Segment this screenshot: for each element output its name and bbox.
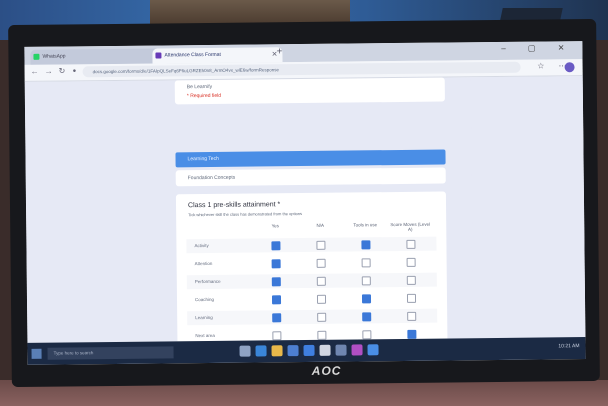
question-card: Class 1 pre-skills attainment * Tick whi… <box>175 191 448 343</box>
monitor-brand-logo: AOC <box>311 363 342 378</box>
reload-icon[interactable]: ↻ <box>59 66 66 75</box>
grid-checkbox[interactable] <box>317 312 327 322</box>
grid-checkbox[interactable] <box>271 277 281 287</box>
grid-row-label: Performance <box>194 278 221 285</box>
forward-icon[interactable]: → <box>45 67 53 76</box>
camera-icon[interactable] <box>319 344 331 356</box>
grid-checkbox[interactable] <box>272 331 282 341</box>
tab-label: WhatsApp <box>42 53 66 60</box>
taskbar: Type here to search 10:21 AM <box>27 337 586 365</box>
form-column: Be Learnify * Required field Learning Te… <box>174 77 448 343</box>
grid-checkbox[interactable] <box>316 294 327 304</box>
store-icon[interactable] <box>287 345 299 357</box>
mail-icon[interactable] <box>303 344 315 357</box>
screen: WhatsApp ✕ Attendance Class Format ✕ + –… <box>24 41 586 365</box>
question-title: Class 1 pre-skills attainment * <box>187 201 281 210</box>
grid-row-label: Learning <box>195 314 213 321</box>
lock-icon: ● <box>72 68 77 75</box>
grid-checkbox[interactable] <box>361 258 371 268</box>
tab-label: Attendance Class Format <box>164 51 221 59</box>
task-view-icon[interactable] <box>239 345 251 357</box>
grid-row-label: Next area <box>195 332 215 339</box>
back-icon[interactable]: ← <box>31 67 39 76</box>
grid-column-header: Tools in use <box>353 222 378 228</box>
grid-checkbox[interactable] <box>271 295 282 305</box>
new-tab-button[interactable]: + <box>276 46 282 57</box>
grid-row-label: Activity <box>194 243 209 249</box>
grid-row-background <box>187 308 438 326</box>
profile-avatar[interactable] <box>564 62 575 73</box>
required-note: * Required field <box>186 92 222 100</box>
grid-checkbox[interactable] <box>362 312 372 322</box>
grid-checkbox[interactable] <box>316 276 326 286</box>
taskbar-clock[interactable]: 10:21 AM <box>558 343 579 349</box>
edge-icon[interactable] <box>255 345 267 357</box>
app-icon[interactable] <box>351 344 363 356</box>
grid-checkbox[interactable] <box>271 241 281 251</box>
question-subtitle: Tick whichever skill the class has demon… <box>188 211 303 218</box>
address-bar[interactable]: docs.google.com/forms/d/e/1FAIpQLSeFq6F6… <box>82 61 521 78</box>
grid-checkbox[interactable] <box>362 330 372 340</box>
grid-checkbox[interactable] <box>406 293 417 303</box>
grid-row-background <box>186 272 437 290</box>
grid-checkbox[interactable] <box>406 239 416 249</box>
page-margin-right <box>470 76 586 339</box>
selected-option[interactable]: Learning Tech <box>175 149 446 168</box>
form-header-card: Be Learnify * Required field <box>174 77 445 105</box>
grid-checkbox[interactable] <box>361 294 372 304</box>
grid-checkbox[interactable] <box>272 313 282 323</box>
window-controls[interactable]: – ▢ ✕ <box>501 43 574 53</box>
grid-checkbox[interactable] <box>361 276 371 286</box>
whatsapp-icon <box>33 53 40 60</box>
grid-checkbox[interactable] <box>316 240 326 250</box>
option-card[interactable]: Foundation Concepts <box>175 167 446 187</box>
google-forms-icon <box>155 52 162 59</box>
grid-checkbox[interactable] <box>407 311 417 321</box>
windows-start-icon[interactable] <box>31 348 42 359</box>
option-label: Foundation Concepts <box>187 174 236 182</box>
form-title-fragment: Be Learnify <box>186 83 213 91</box>
form-page: Be Learnify * Required field Learning Te… <box>24 76 586 343</box>
grid-checkbox[interactable] <box>317 330 327 340</box>
grid-checkbox[interactable] <box>407 329 417 339</box>
grid-checkbox[interactable] <box>361 240 371 250</box>
grid-checkbox[interactable] <box>406 275 416 285</box>
grid-checkbox[interactable] <box>271 259 281 269</box>
grid-row-label: Attention <box>194 260 213 267</box>
browser-icon[interactable] <box>367 344 379 356</box>
grid-checkbox[interactable] <box>406 257 416 267</box>
tab-attendance-form[interactable]: Attendance Class Format ✕ <box>152 47 283 64</box>
grid-checkbox[interactable] <box>316 258 326 268</box>
file-explorer-icon[interactable] <box>271 345 283 357</box>
selected-option-label: Learning Tech <box>187 155 219 163</box>
grid-column-header: N/A <box>316 222 325 228</box>
monitor: WhatsApp ✕ Attendance Class Format ✕ + –… <box>8 18 600 388</box>
grid-row-background <box>186 236 437 254</box>
grid-column-header: Score Moves (Level A) <box>390 221 431 232</box>
grid-row-label: Coaching <box>194 296 215 303</box>
grid-column-header: Yes <box>271 223 279 229</box>
tab-whatsapp[interactable]: WhatsApp ✕ <box>30 48 163 65</box>
cloud-icon[interactable] <box>335 344 347 356</box>
taskbar-search[interactable]: Type here to search <box>47 346 174 360</box>
